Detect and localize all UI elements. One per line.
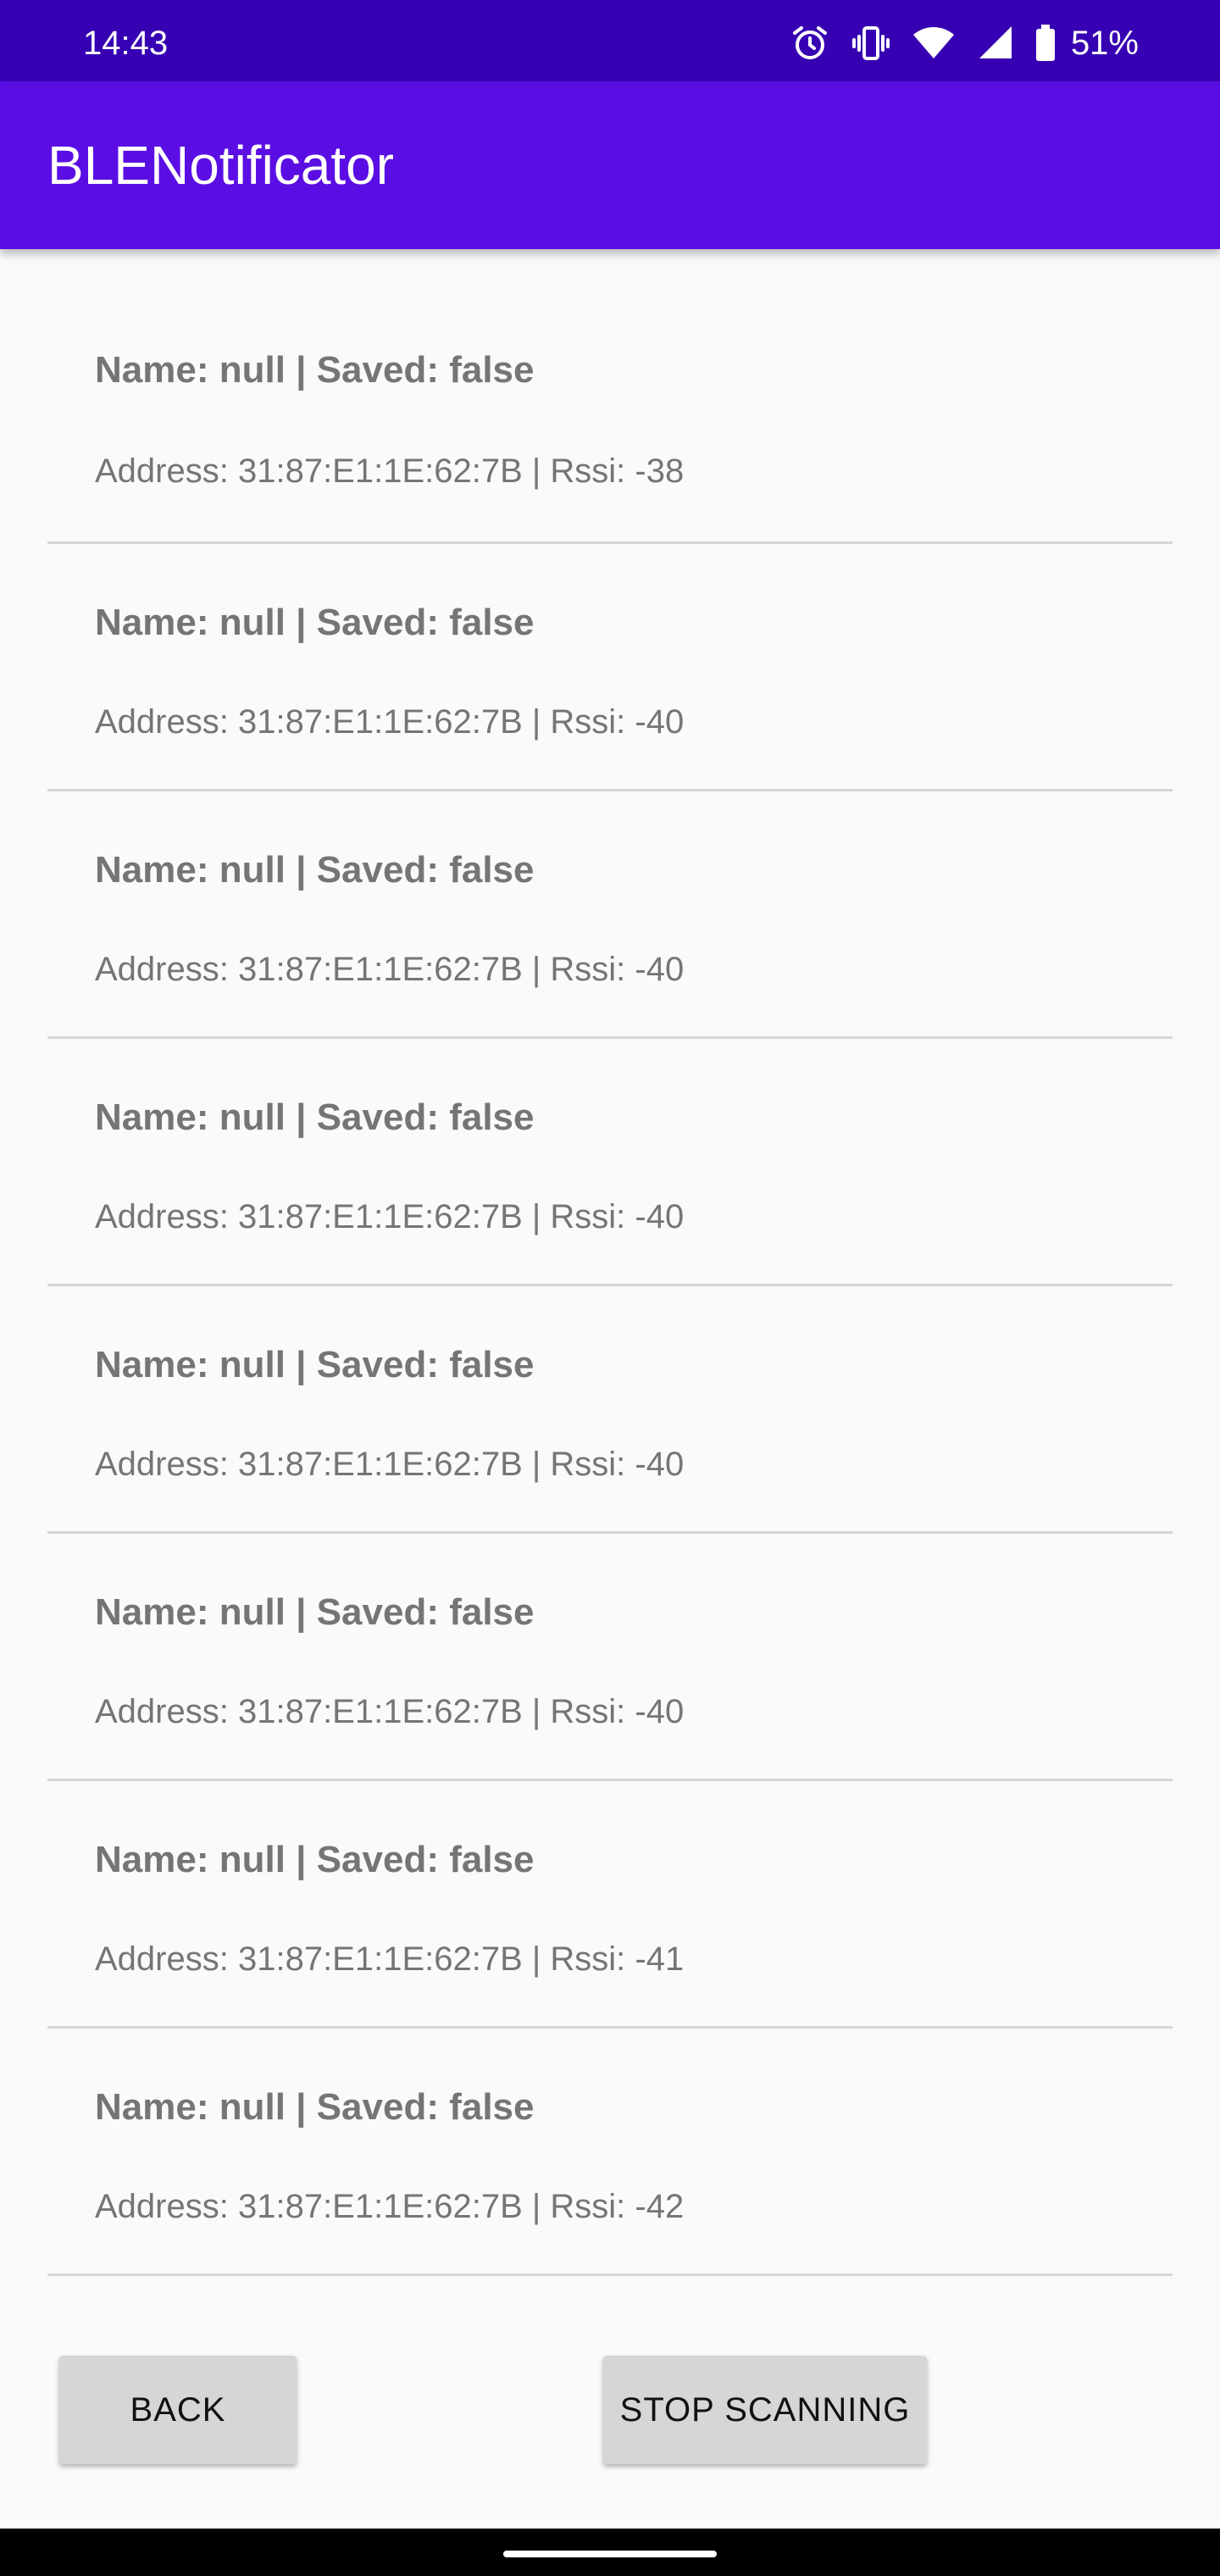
device-address-line: Address: 31:87:E1:1E:62:7B | Rssi: -42 (95, 2188, 685, 2225)
vibrate-icon (851, 23, 891, 64)
status-bar: 14:43 51% (0, 0, 1220, 81)
device-name-line: Name: null | Saved: false (95, 1096, 535, 1138)
device-address-line: Address: 31:87:E1:1E:62:7B | Rssi: -40 (95, 1446, 685, 1483)
device-address-line: Address: 31:87:E1:1E:62:7B | Rssi: -40 (95, 1693, 685, 1730)
list-item[interactable]: Name: null | Saved: false Address: 31:87… (47, 2029, 1173, 2276)
device-list: Name: null | Saved: false Address: 31:87… (47, 249, 1173, 2276)
navigation-bar (0, 2529, 1220, 2576)
device-name-line: Name: null | Saved: false (95, 1839, 535, 1880)
stop-scanning-button[interactable]: STOP SCANNING (603, 2356, 927, 2464)
list-item[interactable]: Name: null | Saved: false Address: 31:87… (47, 1781, 1173, 2029)
device-name-line: Name: null | Saved: false (95, 2086, 535, 2128)
list-item[interactable]: Name: null | Saved: false Address: 31:87… (47, 1534, 1173, 1781)
wifi-icon (912, 23, 956, 64)
device-address-line: Address: 31:87:E1:1E:62:7B | Rssi: -40 (95, 951, 685, 988)
battery-percent: 51% (1070, 24, 1139, 62)
device-address-line: Address: 31:87:E1:1E:62:7B | Rssi: -38 (95, 452, 685, 490)
device-address-line: Address: 31:87:E1:1E:62:7B | Rssi: -41 (95, 1940, 685, 1978)
device-name-line: Name: null | Saved: false (95, 1591, 535, 1633)
status-icons: 51% (790, 0, 1139, 86)
app-bar: BLENotificator (0, 81, 1220, 249)
list-item[interactable]: Name: null | Saved: false Address: 31:87… (47, 249, 1173, 544)
device-address-line: Address: 31:87:E1:1E:62:7B | Rssi: -40 (95, 703, 685, 741)
device-name-line: Name: null | Saved: false (95, 602, 535, 643)
status-time: 14:43 (83, 25, 169, 62)
device-address-line: Address: 31:87:E1:1E:62:7B | Rssi: -40 (95, 1198, 685, 1235)
device-name-line: Name: null | Saved: false (95, 349, 535, 391)
list-item[interactable]: Name: null | Saved: false Address: 31:87… (47, 1286, 1173, 1534)
app-title: BLENotificator (47, 135, 395, 196)
home-gesture-handle[interactable] (503, 2551, 717, 2557)
list-item[interactable]: Name: null | Saved: false Address: 31:87… (47, 1039, 1173, 1286)
battery-icon (1034, 23, 1057, 64)
list-item[interactable]: Name: null | Saved: false Address: 31:87… (47, 791, 1173, 1039)
list-item[interactable]: Name: null | Saved: false Address: 31:87… (47, 544, 1173, 791)
device-name-line: Name: null | Saved: false (95, 849, 535, 891)
alarm-icon (790, 23, 830, 64)
back-button[interactable]: BACK (59, 2356, 297, 2464)
cell-signal-icon (976, 23, 1013, 64)
device-name-line: Name: null | Saved: false (95, 1344, 535, 1385)
